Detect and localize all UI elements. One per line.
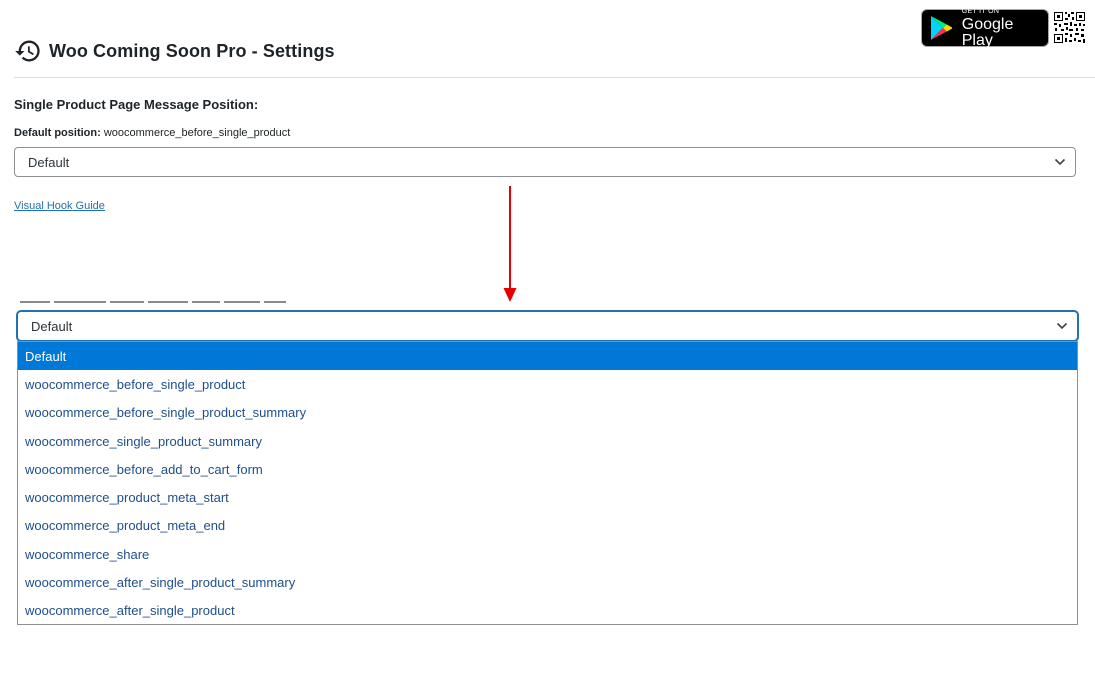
header-divider: [14, 77, 1095, 78]
badge-big-text: Google Play: [961, 15, 1014, 49]
badge-small-text: GET IT ON: [961, 7, 1000, 15]
dropdown-option[interactable]: woocommerce_before_single_product_summar…: [18, 399, 1077, 427]
default-position-value: woocommerce_before_single_product: [103, 127, 291, 139]
google-play-icon: [930, 16, 953, 40]
message-position-select[interactable]: Default: [14, 147, 1076, 177]
qr-code-icon: [1053, 11, 1086, 44]
dropdown-option[interactable]: woocommerce_before_single_product: [18, 370, 1077, 398]
page-header: Woo Coming Soon Pro - Settings: [14, 36, 335, 66]
default-position-text: Default position: woocommerce_before_sin…: [14, 127, 290, 139]
annotation-arrow: [503, 186, 517, 302]
dropdown-list: Default woocommerce_before_single_produc…: [17, 341, 1078, 625]
visual-hook-guide-link[interactable]: Visual Hook Guide: [14, 200, 105, 212]
select-value: Default: [31, 318, 73, 334]
section-title: Single Product Page Message Position:: [14, 97, 259, 112]
chevron-down-icon: [1054, 158, 1066, 166]
dropdown-option[interactable]: woocommerce_single_product_summary: [18, 427, 1077, 455]
obscured-label: [20, 297, 290, 305]
select-value: Default: [28, 154, 70, 170]
message-position-select-open[interactable]: Default: [17, 311, 1078, 341]
history-icon: [15, 40, 40, 62]
dropdown-option[interactable]: woocommerce_product_meta_end: [18, 512, 1077, 540]
page-title: Woo Coming Soon Pro - Settings: [49, 40, 335, 61]
dropdown-option[interactable]: woocommerce_after_single_product_summary: [18, 568, 1077, 596]
dropdown-option[interactable]: Default: [18, 342, 1077, 371]
dropdown-option[interactable]: woocommerce_after_single_product: [18, 597, 1077, 625]
dropdown-option[interactable]: woocommerce_product_meta_start: [18, 483, 1077, 511]
default-position-label: Default position:: [14, 127, 101, 139]
chevron-down-icon: [1056, 322, 1068, 330]
dropdown-option[interactable]: woocommerce_before_add_to_cart_form: [18, 455, 1077, 483]
dropdown-option[interactable]: woocommerce_share: [18, 540, 1077, 568]
google-play-badge[interactable]: GET IT ON Google Play: [921, 7, 1049, 49]
